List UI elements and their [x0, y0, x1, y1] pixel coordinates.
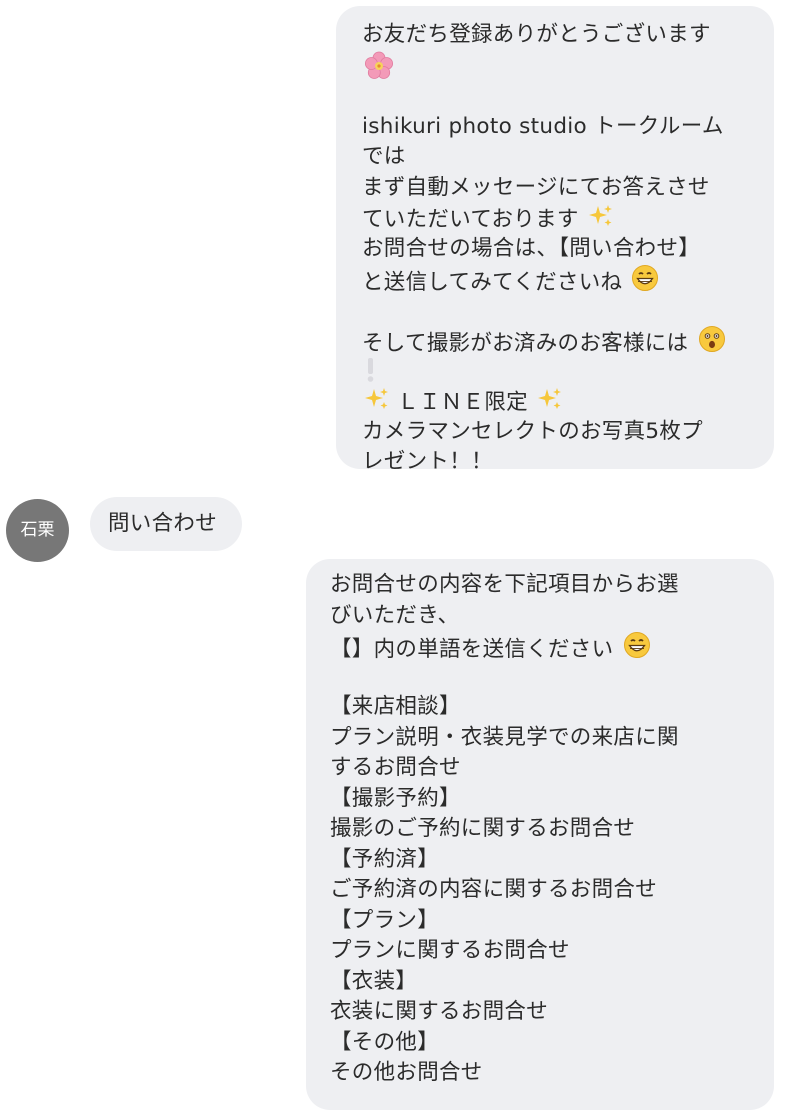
- message-line: お友だち登録ありがとうございます: [362, 22, 711, 47]
- message-line: 【衣装】: [330, 968, 418, 994]
- bot-message-bubble-inquiry: お問合せの内容を下記項目からお選 びいただき、 【】内の単語を送信ください 【来…: [306, 559, 774, 1110]
- message-line: ishikuri photo studio トークルーム: [362, 113, 724, 139]
- message-line-text: ＬＩＮＥ限定: [397, 390, 528, 415]
- grinning-face-icon: [623, 631, 651, 659]
- message-line-exclamation: [362, 356, 756, 387]
- grinning-face-icon: [631, 264, 659, 292]
- sparkles-icon: [588, 203, 614, 229]
- sparkles-icon: [537, 386, 563, 412]
- astonished-face-icon: [698, 325, 726, 353]
- sparkles-icon: [364, 386, 390, 412]
- message-text: 問い合わせ: [108, 511, 218, 536]
- message-line: その他お問合せ: [330, 1060, 483, 1085]
- message-line-text: と送信してみてくださいね: [362, 270, 623, 295]
- user-message-bubble: 問い合わせ: [90, 497, 242, 551]
- message-line-with-icon: ていただいております: [362, 203, 756, 234]
- message-line: まず自動メッセージにてお答えさせ: [362, 174, 710, 200]
- message-line: 衣装に関するお問合せ: [330, 999, 549, 1024]
- message-line: するお問合せ: [330, 755, 461, 780]
- message-line: カメラマンセレクトのお写真5枚プ: [362, 418, 703, 444]
- message-line: お問合せの場合は、【問い合わせ】: [362, 235, 701, 261]
- message-line: ご予約済の内容に関するお問合せ: [330, 877, 658, 902]
- message-line: レゼント！！: [362, 449, 493, 474]
- message-line-flower: [362, 51, 756, 82]
- message-line-text: そして撮影がお済みのお客様には: [362, 331, 689, 356]
- message-line: 【予約済】: [330, 846, 440, 872]
- message-line: 【その他】: [330, 1029, 440, 1055]
- message-line-with-icon: と送信してみてくださいね: [362, 264, 756, 295]
- message-line: お問合せの内容を下記項目からお選: [330, 572, 679, 597]
- message-line: 撮影のご予約に関するお問合せ: [330, 816, 636, 841]
- message-line: 【プラン】: [330, 907, 440, 933]
- message-line: びいただき、: [330, 602, 460, 628]
- message-line-with-icon: そして撮影がお済みのお客様には: [362, 325, 756, 356]
- message-line: 【撮影予約】: [330, 785, 461, 811]
- message-line: プラン説明・衣装見学での来店に関: [330, 724, 679, 750]
- message-line-with-icon: 【】内の単語を送信ください: [330, 631, 756, 662]
- message-line: 【来店相談】: [330, 694, 461, 719]
- exclamation-icon: [364, 356, 378, 384]
- message-line: プランに関するお問合せ: [330, 938, 570, 963]
- bot-message-bubble-welcome: お友だち登録ありがとうございます ishikuri photo studio ト…: [336, 6, 774, 474]
- message-line: では: [362, 144, 406, 169]
- message-line-text: ていただいております: [362, 207, 579, 232]
- message-line-with-icon: ＬＩＮＥ限定: [362, 386, 756, 417]
- message-line-text: 【】内の単語を送信ください: [330, 637, 614, 662]
- avatar[interactable]: 石栗: [6, 499, 69, 562]
- cherry-blossom-icon: [364, 51, 394, 81]
